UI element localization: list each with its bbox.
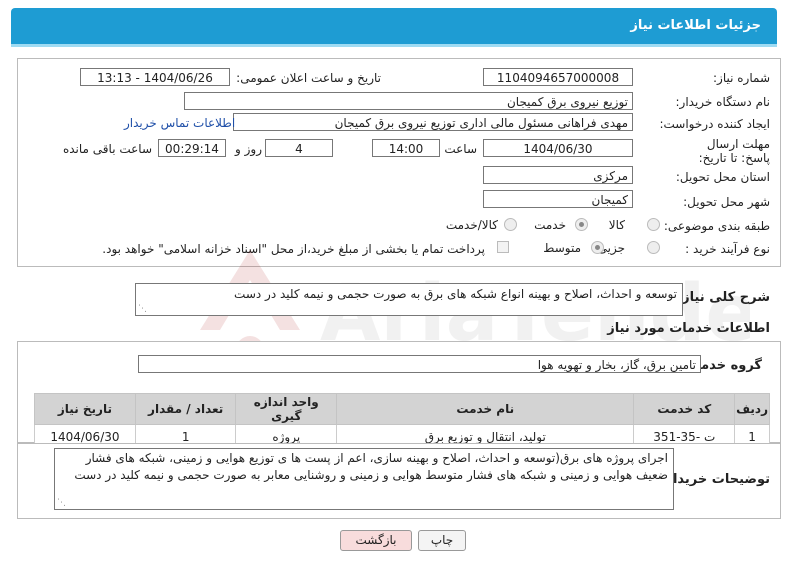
process-radio-medium[interactable] <box>591 241 604 254</box>
deadline-time-field[interactable]: 14:00 <box>372 139 440 157</box>
process-option-medium: متوسط <box>543 241 581 255</box>
col-service-name: نام خدمت <box>336 393 635 425</box>
days-label: روز و <box>235 142 262 156</box>
buyer-notes-label: توضیحات خریدار: <box>660 472 770 487</box>
category-radio-goods-service[interactable] <box>504 218 517 231</box>
summary-text: توسعه و احداث، اصلاح و بهینه انواع شبکه … <box>234 287 677 301</box>
col-need-date: تاریخ نیاز <box>34 393 136 425</box>
back-button[interactable]: بازگشت <box>340 530 412 551</box>
treasury-payment-checkbox[interactable] <box>497 241 509 253</box>
resize-grip-icon[interactable]: ⋰ <box>138 305 147 314</box>
category-option-goods-service: کالا/خدمت <box>445 218 498 232</box>
category-label: طبقه بندی موضوعی: <box>663 219 770 233</box>
col-service-code: کد خدمت <box>633 393 736 425</box>
buyer-notes-text: اجرای پروژه های برق(توسعه و احداث، اصلاح… <box>74 451 668 482</box>
buyer-notes-textarea[interactable]: اجرای پروژه های برق(توسعه و احداث، اصلاح… <box>54 448 674 510</box>
category-radio-service[interactable] <box>575 218 588 231</box>
creator-label: ایجاد کننده درخواست: <box>659 117 770 131</box>
city-label: شهر محل تحویل: <box>683 195 770 209</box>
deadline-date-field[interactable]: 1404/06/30 <box>483 139 633 157</box>
days-field[interactable]: 4 <box>265 139 333 157</box>
category-option-service: خدمت <box>534 218 566 232</box>
buyer-contact-link[interactable]: اطلاعات تماس خریدار <box>124 116 235 130</box>
need-info-panel <box>17 58 781 267</box>
services-table-header: ردیف کد خدمت نام خدمت واحد اندازه گیری ت… <box>34 393 770 425</box>
print-button[interactable]: چاپ <box>418 530 466 551</box>
deadline-time-label: ساعت <box>444 142 477 156</box>
buyer-org-label: نام دستگاه خریدار: <box>675 95 771 109</box>
province-field[interactable]: مرکزی <box>483 166 633 184</box>
deadline-label: مهلت ارسال پاسخ: تا تاریخ: <box>698 137 770 165</box>
summary-label: شرح کلی نیاز: <box>676 290 770 305</box>
city-field[interactable]: کمیجان <box>483 190 633 208</box>
col-quantity: تعداد / مقدار <box>134 393 237 425</box>
buyer-org-field[interactable]: توزیع نیروی برق کمیجان <box>184 92 633 110</box>
process-radio-minor[interactable] <box>647 241 660 254</box>
services-section-title: اطلاعات خدمات مورد نیاز <box>607 321 770 336</box>
remaining-label: ساعت باقی مانده <box>62 142 152 156</box>
category-option-goods: کالا <box>608 218 625 232</box>
page-title: جزئیات اطلاعات نیاز <box>630 18 761 33</box>
category-radio-goods[interactable] <box>647 218 660 231</box>
service-group-field[interactable]: تامین برق، گاز، بخار و تهویه هوا <box>138 355 701 373</box>
province-label: استان محل تحویل: <box>675 170 770 184</box>
resize-grip-icon[interactable]: ⋰ <box>57 499 66 508</box>
need-number-label: شماره نیاز: <box>713 71 770 85</box>
treasury-payment-text: پرداخت تمام یا بخشی از مبلغ خرید،از محل … <box>102 242 485 256</box>
col-row: ردیف <box>734 393 770 425</box>
process-label: نوع فرآیند خرید : <box>685 242 770 256</box>
announce-datetime-field[interactable]: 1404/06/26 - 13:13 <box>80 68 230 86</box>
page-header: جزئیات اطلاعات نیاز <box>11 8 777 47</box>
summary-textarea[interactable]: توسعه و احداث، اصلاح و بهینه انواع شبکه … <box>135 283 683 316</box>
remaining-time-field[interactable]: 00:29:14 <box>158 139 226 157</box>
services-table: ردیف کد خدمت نام خدمت واحد اندازه گیری ت… <box>34 393 770 450</box>
need-number-field[interactable]: 1104094657000008 <box>483 68 633 86</box>
announce-label: تاریخ و ساعت اعلان عمومی: <box>236 71 381 85</box>
creator-field[interactable]: مهدی فراهانی مسئول مالی اداری توزیع نیرو… <box>233 113 633 131</box>
col-unit: واحد اندازه گیری <box>235 393 338 425</box>
